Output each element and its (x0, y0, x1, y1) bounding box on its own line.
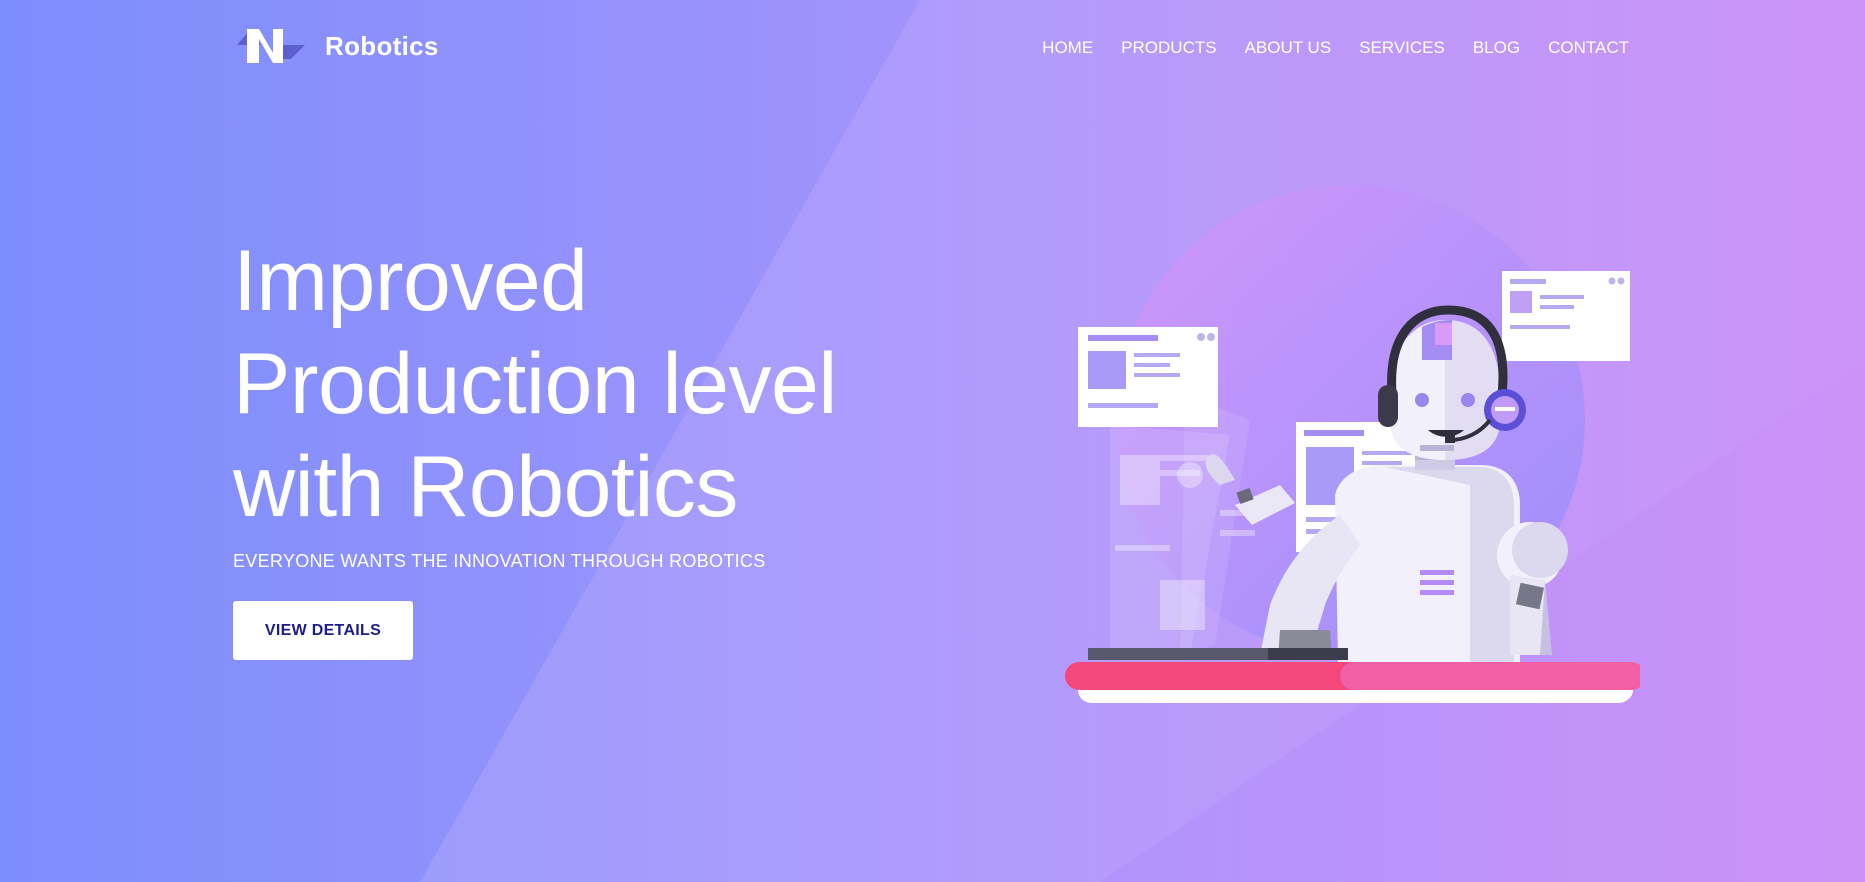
hero-title-line-2: Production level (233, 336, 837, 432)
hero-subtitle: EVERYONE WANTS THE INNOVATION THROUGH RO… (233, 551, 766, 571)
nav-about-us[interactable]: ABOUT US (1245, 38, 1332, 58)
nav-products[interactable]: PRODUCTS (1121, 38, 1216, 58)
robotics-logo-icon (237, 29, 305, 63)
robot-with-headset-illustration (1065, 271, 1640, 703)
hero-title: Improved Production level with Robotics (233, 230, 837, 539)
hero-title-line-1: Improved (233, 233, 588, 329)
floating-card-right (1502, 271, 1630, 361)
main-nav: HOME PRODUCTS ABOUT US SERVICES BLOG CON… (1042, 38, 1629, 58)
hero-title-line-3: with Robotics (233, 439, 738, 535)
nav-contact[interactable]: CONTACT (1548, 38, 1629, 58)
nav-blog[interactable]: BLOG (1473, 38, 1520, 58)
nav-services[interactable]: SERVICES (1359, 38, 1445, 58)
nav-home[interactable]: HOME (1042, 38, 1093, 58)
brand-name: Robotics (325, 30, 439, 61)
view-details-button[interactable]: VIEW DETAILS (233, 601, 413, 660)
floating-card-left (1078, 327, 1218, 427)
brand-logo[interactable]: Robotics (233, 25, 439, 67)
